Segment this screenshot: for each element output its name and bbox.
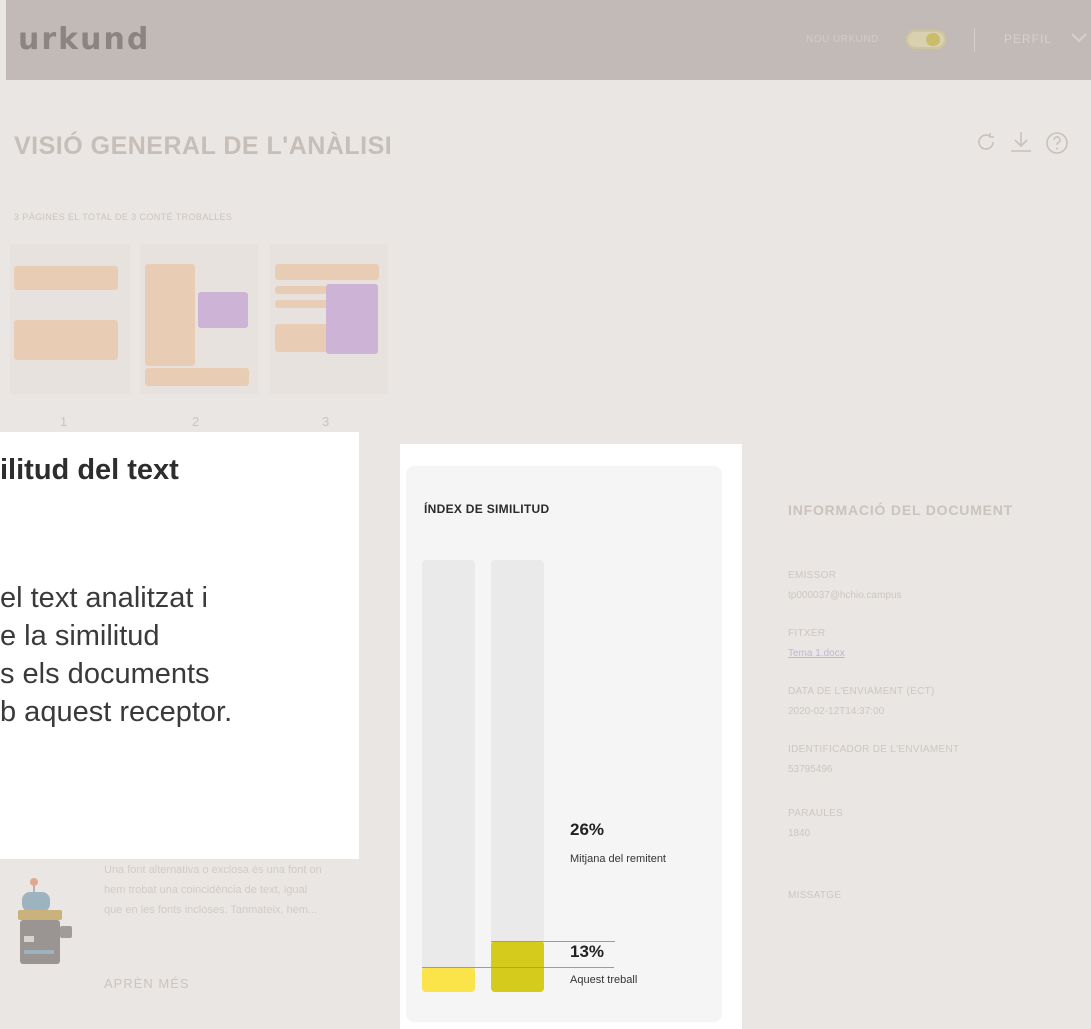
page-thumbnail[interactable] (140, 244, 258, 394)
submitter-average-percentage: 26% (570, 820, 605, 839)
tutorial-text-line: e la similitud (0, 620, 160, 652)
submission-date-value: 2020-02-12T14:37:00 (788, 706, 885, 717)
match-block (275, 300, 327, 308)
tutorial-text-line: el text analitzat i (0, 582, 208, 614)
file-link[interactable]: Tema 1.docx (788, 648, 845, 659)
submitter-average-label: Mitjana del remitent (570, 853, 666, 865)
this-work-bar (422, 967, 475, 992)
match-block (14, 266, 118, 290)
learn-more-link[interactable]: APRÈN MÉS (104, 976, 190, 991)
words-value: 1840 (788, 828, 811, 839)
match-block (326, 284, 378, 354)
pages-info: 3 PÀGINES EL TOTAL DE 3 CONTÉ TROBALLES (14, 212, 233, 222)
chevron-down-icon[interactable] (1070, 31, 1088, 45)
toolbar (974, 130, 1070, 156)
submission-date-label: DATA DE L'ENVIAMENT (ECT) (788, 686, 935, 697)
document-info-title: INFORMACIÓ DEL DOCUMENT (788, 502, 1014, 518)
match-block (14, 320, 118, 360)
new-urkund-toggle[interactable] (906, 30, 946, 49)
submission-id-label: IDENTIFICADOR DE L'ENVIAMENT (788, 744, 960, 755)
this-work-percentage: 13% (570, 942, 605, 961)
this-work-bar-track (422, 560, 475, 992)
page-number: 3 (322, 414, 330, 429)
alternative-source-description: Una font alternativa o exclosa és una fo… (104, 864, 322, 916)
this-work-line (422, 967, 614, 968)
refresh-icon[interactable] (974, 130, 998, 154)
match-block (145, 264, 195, 366)
robot-icon (18, 878, 72, 964)
message-label: MISSATGE (788, 890, 842, 901)
file-label: FITXER (788, 628, 826, 639)
toggle-knob (926, 33, 940, 46)
tutorial-text-line: b aquest receptor. (0, 696, 233, 728)
page-number: 1 (60, 414, 68, 429)
match-block (198, 292, 248, 328)
sender-value: tp000037@hchio.campus (788, 590, 902, 601)
similarity-title: ÍNDEX DE SIMILITUD (424, 502, 550, 516)
page-title: VISIÓ GENERAL DE L'ANÀLISI (14, 132, 393, 160)
tutorial-card: ilitud del text el text analitzat i e la… (0, 432, 359, 859)
match-block (275, 286, 327, 294)
urkund-logo[interactable]: urkund (18, 22, 150, 57)
match-block (275, 264, 379, 280)
page-number: 2 (192, 414, 200, 429)
tutorial-text-line: s els documents (0, 658, 210, 690)
header-divider (974, 28, 975, 52)
match-block (275, 324, 327, 352)
submission-id-value: 53795496 (788, 764, 833, 775)
sender-label: EMISSOR (788, 570, 837, 581)
profile-menu[interactable]: PERFIL (1004, 32, 1052, 46)
new-urkund-label: NOU URKUND (806, 34, 879, 45)
this-work-label: Aquest treball (570, 974, 638, 986)
page-thumbnail[interactable] (270, 244, 388, 394)
top-bar: urkund NOU URKUND PERFIL (6, 0, 1091, 80)
download-icon[interactable] (1008, 130, 1034, 154)
tutorial-title: ilitud del text (0, 454, 179, 486)
help-icon[interactable] (1044, 130, 1070, 156)
match-block (145, 368, 249, 386)
submitter-average-bar-track (491, 560, 544, 992)
page-thumbnail[interactable] (10, 244, 130, 394)
words-label: PARAULES (788, 808, 844, 819)
